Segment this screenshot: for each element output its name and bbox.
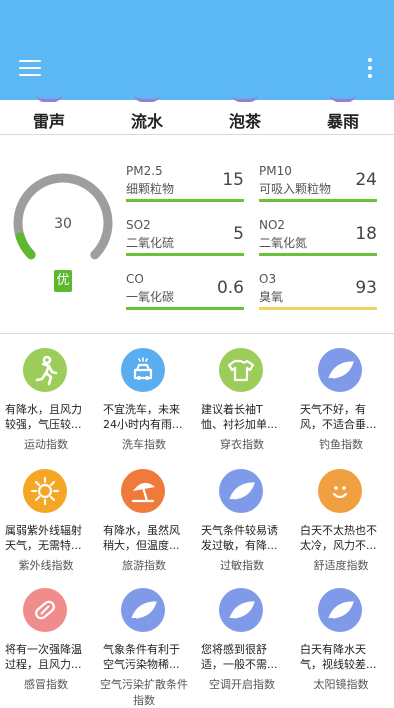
pollutant-no2: NO2 二氧化氮 18 [259, 218, 377, 258]
index-name: 空调开启指数 [209, 678, 275, 691]
life-index-item[interactable]: 建议着长袖T恤、衬衫加单... 穿衣指数 [197, 348, 287, 458]
pollutant-name: 二氧化硫 [126, 236, 175, 250]
pollutant-name: 可吸入颗粒物 [259, 182, 332, 196]
pollutant-value: 24 [355, 170, 377, 190]
index-name: 钓鱼指数 [319, 438, 363, 451]
leaf-icon [219, 469, 263, 513]
life-index-item[interactable]: 白天不太热也不太冷，风力不... 舒适度指数 [296, 469, 386, 579]
pollutant-value: 15 [222, 170, 244, 190]
pollutant-pm25: PM2.5 细颗粒物 15 [126, 164, 244, 204]
index-description: 白天不太热也不太冷，风力不... [300, 524, 377, 552]
index-description: 白天有降水天气，视线较差... [300, 643, 377, 671]
life-index-item[interactable]: 白天有降水天气，视线较差... 太阳镜指数 [296, 588, 386, 698]
pollutant-value: 93 [355, 278, 377, 298]
sound-label: 雷声 [32, 112, 65, 131]
index-description: 您将感到很舒适，一般不需... [201, 643, 278, 671]
aqi-value: 30 [54, 216, 72, 232]
index-description: 有降水，且风力较强，气压较... [5, 403, 82, 431]
pollutant-name: 臭氧 [259, 290, 284, 304]
sound-label: 暴雨 [326, 112, 359, 131]
index-name: 空气污染扩散条件指数 [100, 678, 188, 707]
sound-icon-edge [232, 94, 258, 102]
index-name: 过敏指数 [220, 559, 264, 572]
running-icon [23, 348, 67, 392]
life-index-item[interactable]: 气象条件有利于空气污染物稀... 空气污染扩散条件指数 [99, 588, 189, 707]
index-description: 将有一次强降温过程，且风力... [5, 643, 82, 671]
more-vert-icon[interactable] [362, 56, 378, 80]
leaf-icon [318, 348, 362, 392]
index-name: 旅游指数 [122, 559, 166, 572]
pollutant-value: 5 [233, 224, 244, 244]
car-wash-icon [121, 348, 165, 392]
pollutant-name: 二氧化氮 [259, 236, 308, 250]
life-index-item[interactable]: 将有一次强降温过程，且风力... 感冒指数 [1, 588, 91, 698]
pollutant-code: PM2.5 [126, 164, 163, 178]
life-index-item[interactable]: 属弱紫外线辐射天气，无需特... 紫外线指数 [1, 469, 91, 579]
life-index-item[interactable]: 您将感到很舒适，一般不需... 空调开启指数 [197, 588, 287, 698]
menu-icon[interactable] [19, 58, 41, 78]
pollutant-code: PM10 [259, 164, 292, 178]
index-description: 气象条件有利于空气污染物稀... [103, 643, 180, 671]
index-description: 建议着长袖T恤、衬衫加单... [201, 403, 278, 431]
pollutant-pm10: PM10 可吸入颗粒物 24 [259, 164, 377, 204]
index-name: 感冒指数 [24, 678, 68, 691]
pollutant-bar [259, 307, 377, 310]
index-name: 紫外线指数 [18, 559, 74, 572]
sound-item-tea[interactable]: 泡茶 [196, 99, 294, 136]
pollutant-code: NO2 [259, 218, 286, 232]
pollutant-value: 18 [355, 224, 377, 244]
pollutant-co: CO 一氧化碳 0.6 [126, 272, 244, 312]
index-description: 天气条件较易诱发过敏，有降... [201, 524, 278, 552]
tshirt-icon [219, 348, 263, 392]
app-bar [0, 0, 394, 100]
divider [0, 333, 394, 334]
divider [0, 134, 394, 135]
index-description: 不宜洗车，未来24小时内有雨... [103, 403, 183, 431]
life-index-item[interactable]: 有降水，虽然风稍大，但温度... 旅游指数 [99, 469, 189, 579]
index-name: 太阳镜指数 [313, 678, 369, 691]
sound-icon-edge [330, 94, 356, 102]
pollutant-bar [126, 253, 244, 256]
leaf-icon [318, 588, 362, 632]
pollutant-name: 一氧化碳 [126, 290, 175, 304]
life-index-item[interactable]: 有降水，且风力较强，气压较... 运动指数 [1, 348, 91, 458]
index-name: 洗车指数 [122, 438, 166, 451]
index-name: 舒适度指数 [313, 559, 369, 572]
pollutant-so2: SO2 二氧化硫 5 [126, 218, 244, 258]
sun-icon [23, 469, 67, 513]
leaf-icon [219, 588, 263, 632]
pollutant-bar [259, 253, 377, 256]
pollutant-code: O3 [259, 272, 277, 286]
pollutant-code: CO [126, 272, 144, 286]
index-description: 有降水，虽然风稍大，但温度... [103, 524, 180, 552]
index-description: 属弱紫外线辐射天气，无需特... [5, 524, 82, 552]
index-description: 天气不好，有风，不适合垂... [300, 403, 377, 431]
sound-icon-edge [36, 94, 62, 102]
aqi-gauge: 30 [10, 170, 116, 270]
sound-label: 流水 [130, 112, 163, 131]
white-noise-bar: 雷声 流水 泡茶 暴雨 [0, 99, 394, 136]
beach-umbrella-icon [121, 469, 165, 513]
sound-item-water[interactable]: 流水 [98, 99, 196, 136]
index-name: 运动指数 [24, 438, 68, 451]
pollutant-bar [126, 199, 244, 202]
index-name: 穿衣指数 [220, 438, 264, 451]
life-index-item[interactable]: 天气条件较易诱发过敏，有降... 过敏指数 [197, 469, 287, 579]
sound-item-rainstorm[interactable]: 暴雨 [294, 99, 392, 136]
life-index-item[interactable]: 不宜洗车，未来24小时内有雨... 洗车指数 [99, 348, 189, 458]
sound-item-thunder[interactable]: 雷声 [0, 99, 98, 136]
sound-icon-edge [134, 94, 160, 102]
smile-icon [318, 469, 362, 513]
pollutant-bar [259, 199, 377, 202]
sound-label: 泡茶 [228, 112, 261, 131]
pollutant-name: 细颗粒物 [126, 182, 175, 196]
pollutant-o3: O3 臭氧 93 [259, 272, 377, 312]
aqi-level-badge: 优 [54, 270, 72, 292]
pollutant-value: 0.6 [216, 278, 244, 298]
pill-icon [23, 588, 67, 632]
leaf-icon [121, 588, 165, 632]
pollutant-bar [126, 307, 244, 310]
pollutant-code: SO2 [126, 218, 151, 232]
life-index-item[interactable]: 天气不好，有风，不适合垂... 钓鱼指数 [296, 348, 386, 458]
